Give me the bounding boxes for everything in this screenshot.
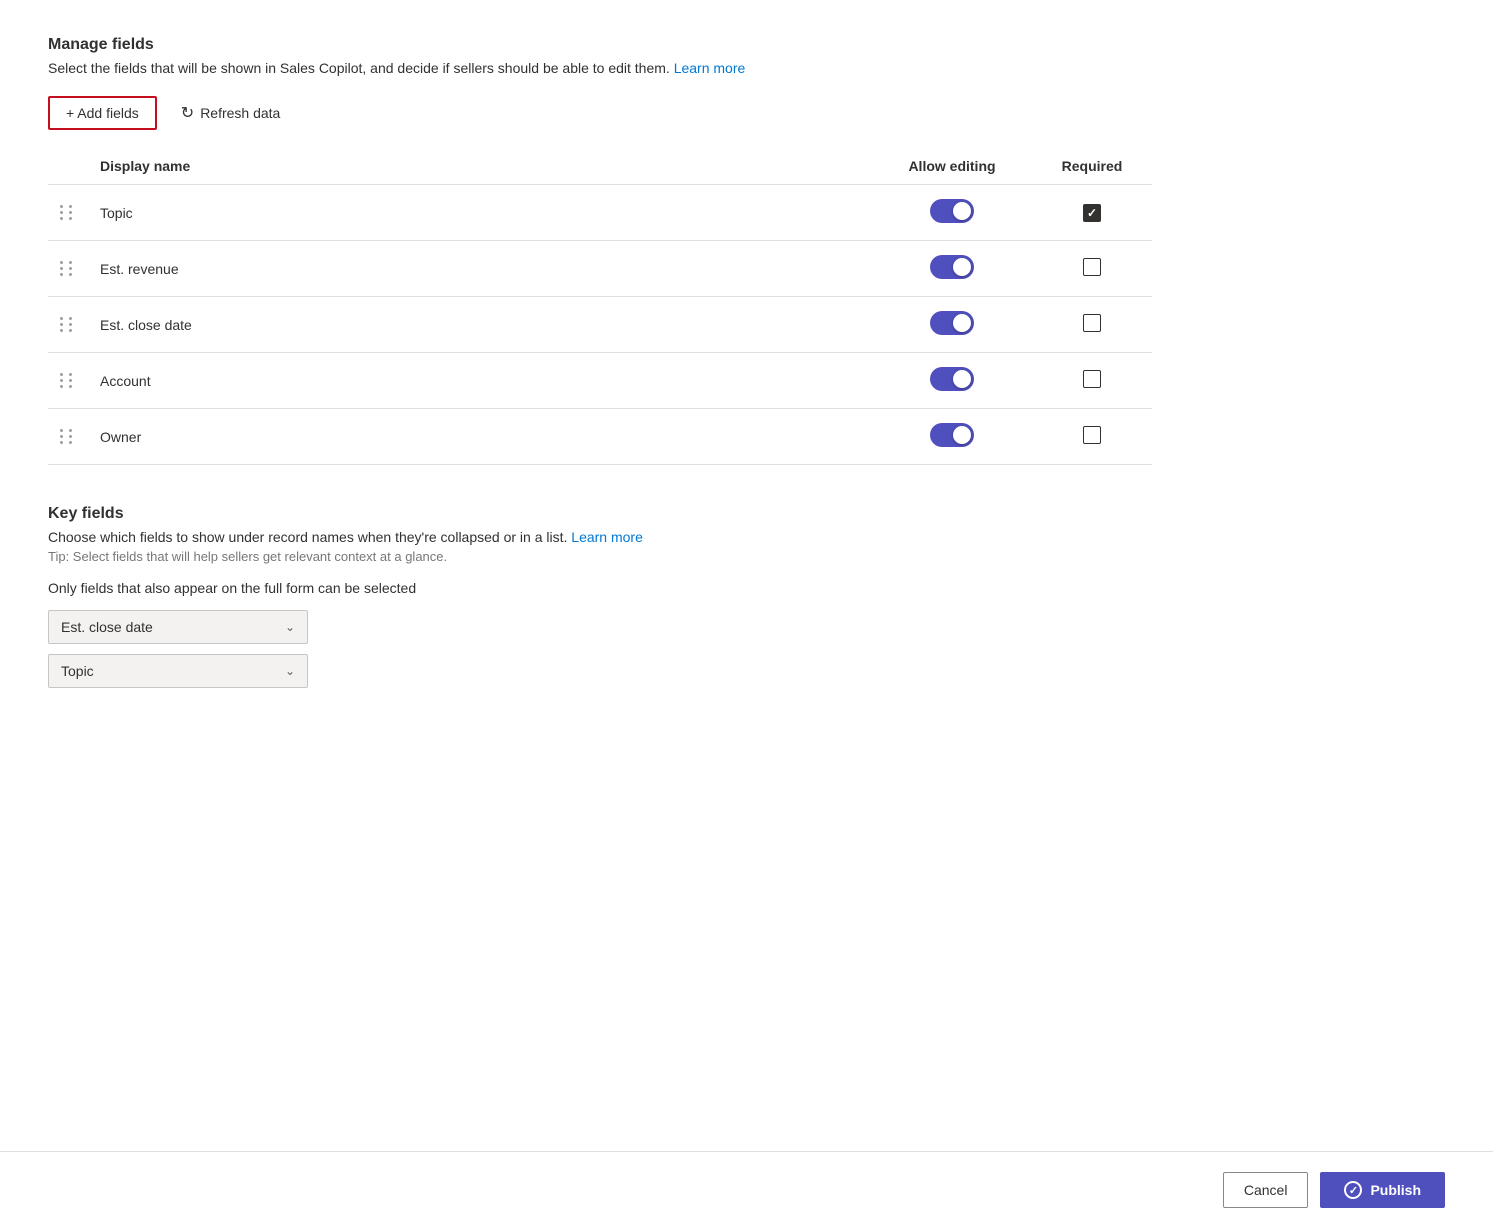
col-header-drag xyxy=(48,150,88,185)
dropdown-value: Est. close date xyxy=(61,619,153,635)
col-header-required: Required xyxy=(1032,150,1152,185)
refresh-icon: ↻ xyxy=(181,103,194,123)
publish-button[interactable]: ✓ Publish xyxy=(1320,1172,1445,1208)
required-cell[interactable] xyxy=(1032,353,1152,409)
key-dropdowns-container: Est. close date ⌄Topic ⌄ xyxy=(48,610,1152,688)
toggle-switch[interactable] xyxy=(930,423,974,447)
col-header-allow-editing: Allow editing xyxy=(872,150,1032,185)
toggle-switch[interactable] xyxy=(930,199,974,223)
bottom-bar: Cancel ✓ Publish xyxy=(0,1151,1493,1228)
table-row: Est. close date xyxy=(48,297,1152,353)
key-field-dropdown[interactable]: Topic ⌄ xyxy=(48,654,308,688)
required-cell[interactable] xyxy=(1032,185,1152,241)
required-checkbox[interactable] xyxy=(1083,370,1101,388)
toggle-switch[interactable] xyxy=(930,311,974,335)
key-fields-section: Key fields Choose which fields to show u… xyxy=(48,505,1152,688)
key-fields-title: Key fields xyxy=(48,505,1152,523)
drag-handle[interactable] xyxy=(48,297,88,353)
key-fields-learn-more-link[interactable]: Learn more xyxy=(571,529,643,545)
publish-label: Publish xyxy=(1370,1182,1421,1198)
key-fields-desc: Choose which fields to show under record… xyxy=(48,529,1152,545)
required-checkbox[interactable] xyxy=(1083,314,1101,332)
drag-handle[interactable] xyxy=(48,409,88,465)
drag-handle[interactable] xyxy=(48,185,88,241)
required-cell[interactable] xyxy=(1032,297,1152,353)
key-field-dropdown[interactable]: Est. close date ⌄ xyxy=(48,610,308,644)
drag-handle[interactable] xyxy=(48,241,88,297)
required-cell[interactable] xyxy=(1032,241,1152,297)
col-header-display-name: Display name xyxy=(88,150,872,185)
manage-fields-title: Manage fields xyxy=(48,36,1152,54)
allow-editing-cell[interactable] xyxy=(872,297,1032,353)
add-fields-button[interactable]: + Add fields xyxy=(48,96,157,130)
chevron-down-icon: ⌄ xyxy=(285,664,295,678)
publish-circle-icon: ✓ xyxy=(1344,1181,1362,1199)
table-row: Est. revenue xyxy=(48,241,1152,297)
manage-fields-desc: Select the fields that will be shown in … xyxy=(48,60,1152,76)
table-row: Topic xyxy=(48,185,1152,241)
field-name-cell: Account xyxy=(88,353,872,409)
toggle-switch[interactable] xyxy=(930,367,974,391)
required-checkbox[interactable] xyxy=(1083,426,1101,444)
allow-editing-cell[interactable] xyxy=(872,409,1032,465)
chevron-down-icon: ⌄ xyxy=(285,620,295,634)
required-cell[interactable] xyxy=(1032,409,1152,465)
cancel-button[interactable]: Cancel xyxy=(1223,1172,1309,1208)
toggle-switch[interactable] xyxy=(930,255,974,279)
required-checkbox[interactable] xyxy=(1083,258,1101,276)
field-name-cell: Topic xyxy=(88,185,872,241)
required-checkbox[interactable] xyxy=(1083,204,1101,222)
allow-editing-cell[interactable] xyxy=(872,185,1032,241)
fields-table: Display name Allow editing Required Topi… xyxy=(48,150,1152,465)
toolbar: + Add fields ↻ Refresh data xyxy=(48,96,1152,130)
dropdown-value: Topic xyxy=(61,663,94,679)
key-fields-tip: Tip: Select fields that will help seller… xyxy=(48,549,1152,564)
field-name-cell: Est. revenue xyxy=(88,241,872,297)
allow-editing-cell[interactable] xyxy=(872,353,1032,409)
table-row: Account xyxy=(48,353,1152,409)
table-row: Owner xyxy=(48,409,1152,465)
allow-editing-cell[interactable] xyxy=(872,241,1032,297)
drag-handle[interactable] xyxy=(48,353,88,409)
field-name-cell: Owner xyxy=(88,409,872,465)
key-fields-note: Only fields that also appear on the full… xyxy=(48,580,1152,596)
manage-fields-learn-more-link[interactable]: Learn more xyxy=(674,60,746,76)
field-name-cell: Est. close date xyxy=(88,297,872,353)
refresh-data-button[interactable]: ↻ Refresh data xyxy=(169,96,293,130)
